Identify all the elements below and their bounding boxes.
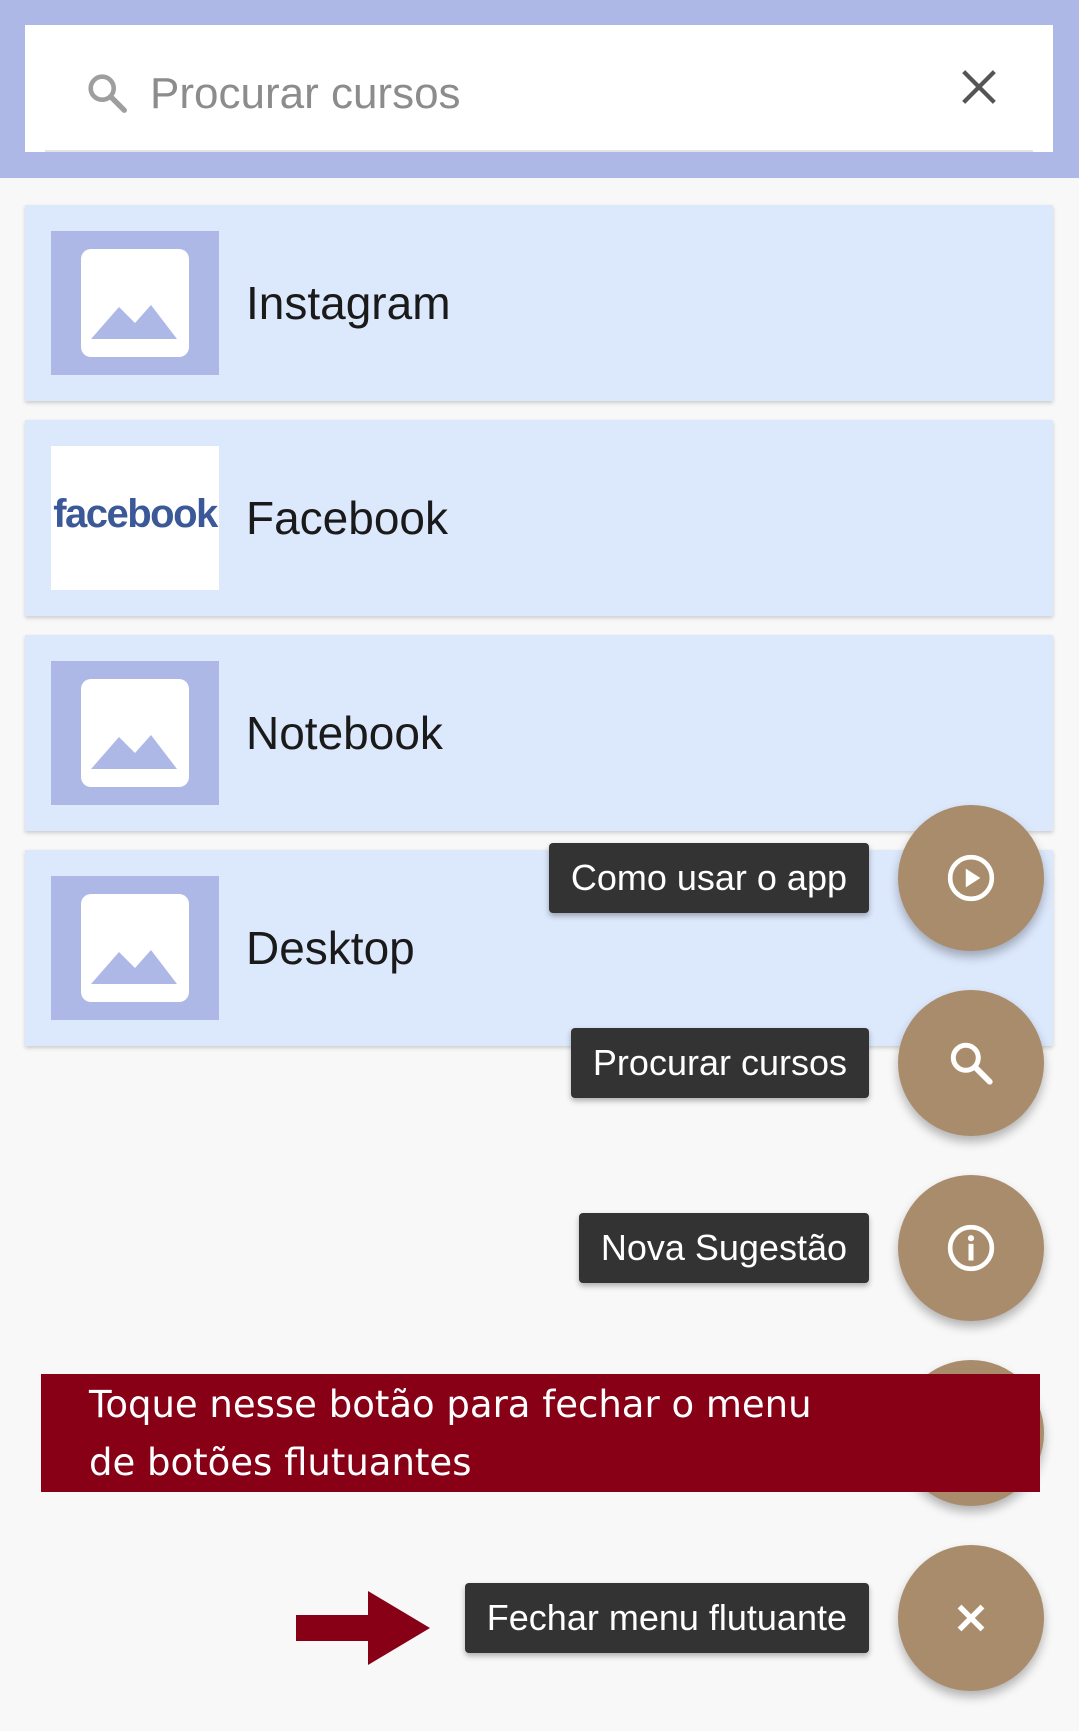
close-icon[interactable] [956, 64, 1002, 110]
course-card-notebook[interactable]: Notebook [25, 635, 1053, 831]
new-suggestion-button[interactable] [898, 1175, 1044, 1321]
tooltip-fechar-menu: Fechar menu flutuante [464, 1583, 869, 1653]
how-to-use-button[interactable] [898, 805, 1044, 951]
search-icon [950, 1042, 993, 1085]
image-placeholder-icon [51, 231, 219, 375]
course-title: Instagram [246, 277, 451, 329]
image-placeholder-icon [51, 661, 219, 805]
annotation-banner: Toque nesse botão para fechar o menu de … [41, 1374, 1040, 1492]
image-placeholder-icon [51, 876, 219, 1020]
course-card-instagram[interactable]: Instagram [25, 205, 1053, 401]
tooltip-nova-sugestao: Nova Sugestão [578, 1213, 869, 1283]
annotation-line-2: de botões flutuantes [89, 1441, 472, 1484]
course-title: Notebook [246, 707, 443, 759]
course-card-facebook[interactable]: facebook Facebook [25, 420, 1053, 616]
close-icon [957, 1604, 985, 1632]
annotation-line-1: Toque nesse botão para fechar o menu [89, 1383, 812, 1426]
close-menu-button[interactable] [898, 1545, 1044, 1691]
search-courses-button[interactable] [898, 990, 1044, 1136]
info-icon [947, 1224, 995, 1272]
course-title: Facebook [246, 492, 449, 544]
arrow-right-icon [296, 1591, 430, 1665]
course-title: Desktop [246, 922, 415, 974]
search-input[interactable]: Procurar cursos [150, 68, 461, 120]
search-underline [45, 150, 1033, 152]
tooltip-procurar-cursos: Procurar cursos [570, 1028, 869, 1098]
play-circle-icon [947, 854, 995, 902]
search-icon [88, 74, 127, 113]
facebook-logo: facebook [51, 446, 219, 590]
tooltip-como-usar: Como usar o app [548, 843, 869, 913]
